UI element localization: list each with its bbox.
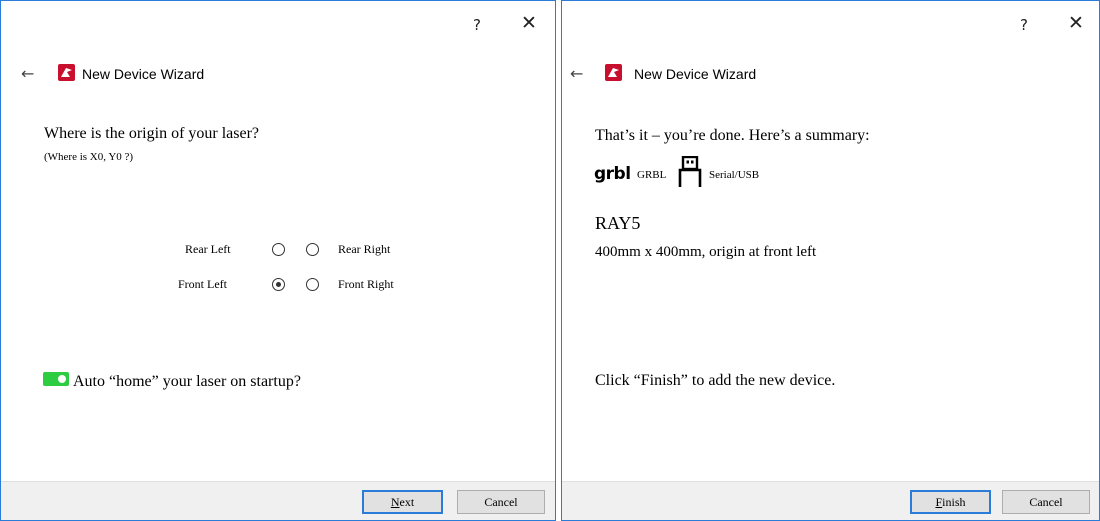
wizard-window-origin: ? ✕ ← New Device Wizard Where is the ori…: [0, 0, 556, 521]
radio-front-left[interactable]: [272, 278, 285, 291]
origin-question: Where is the origin of your laser?: [44, 125, 260, 142]
connection-label: Serial/USB: [709, 169, 760, 181]
cancel-button[interactable]: Cancel: [457, 490, 545, 514]
controller-label: GRBL: [637, 169, 667, 181]
close-icon[interactable]: ✕: [521, 12, 537, 34]
rear-left-label: Rear Left: [185, 242, 231, 256]
toggle-knob: [58, 375, 66, 383]
device-name: RAY5: [595, 213, 641, 233]
back-arrow-icon[interactable]: ←: [570, 64, 583, 83]
radio-selected-dot: [276, 282, 281, 287]
front-left-label: Front Left: [178, 277, 227, 291]
cancel-button[interactable]: Cancel: [1002, 490, 1090, 514]
auto-home-label: Auto “home” your laser on startup?: [73, 373, 301, 390]
button-bar: Next Cancel: [1, 481, 555, 520]
finish-label: inish: [942, 495, 966, 509]
next-mnemonic: N: [390, 495, 400, 509]
lightburn-app-icon: [605, 64, 622, 81]
finish-hint: Click “Finish” to add the new device.: [595, 372, 836, 389]
front-right-label: Front Right: [338, 277, 394, 291]
usb-icon: [678, 156, 702, 187]
close-icon[interactable]: ✕: [1068, 12, 1084, 34]
device-summary: 400mm x 400mm, origin at front left: [595, 244, 817, 260]
help-icon[interactable]: ?: [1020, 16, 1028, 34]
button-bar: Finish Cancel: [562, 481, 1099, 520]
window-title: New Device Wizard: [634, 66, 757, 82]
rear-right-label: Rear Right: [338, 242, 391, 256]
done-text: That’s it – you’re done. Here’s a summar…: [595, 127, 870, 144]
help-icon[interactable]: ?: [473, 16, 481, 34]
radio-front-right[interactable]: [306, 278, 319, 291]
finish-button[interactable]: Finish: [910, 490, 991, 514]
next-label: ext: [399, 495, 415, 509]
radio-rear-left[interactable]: [272, 243, 285, 256]
grbl-logo-icon: grbl: [594, 164, 631, 184]
origin-subquestion: (Where is X0, Y0 ?): [44, 151, 134, 163]
window-title: New Device Wizard: [82, 66, 205, 82]
radio-rear-right[interactable]: [306, 243, 319, 256]
next-button[interactable]: Next: [362, 490, 443, 514]
auto-home-toggle[interactable]: [43, 372, 69, 386]
lightburn-app-icon: [58, 64, 75, 81]
wizard-window-summary: ? ✕ ← New Device Wizard That’s it – you’…: [561, 0, 1100, 521]
back-arrow-icon[interactable]: ←: [21, 64, 34, 83]
